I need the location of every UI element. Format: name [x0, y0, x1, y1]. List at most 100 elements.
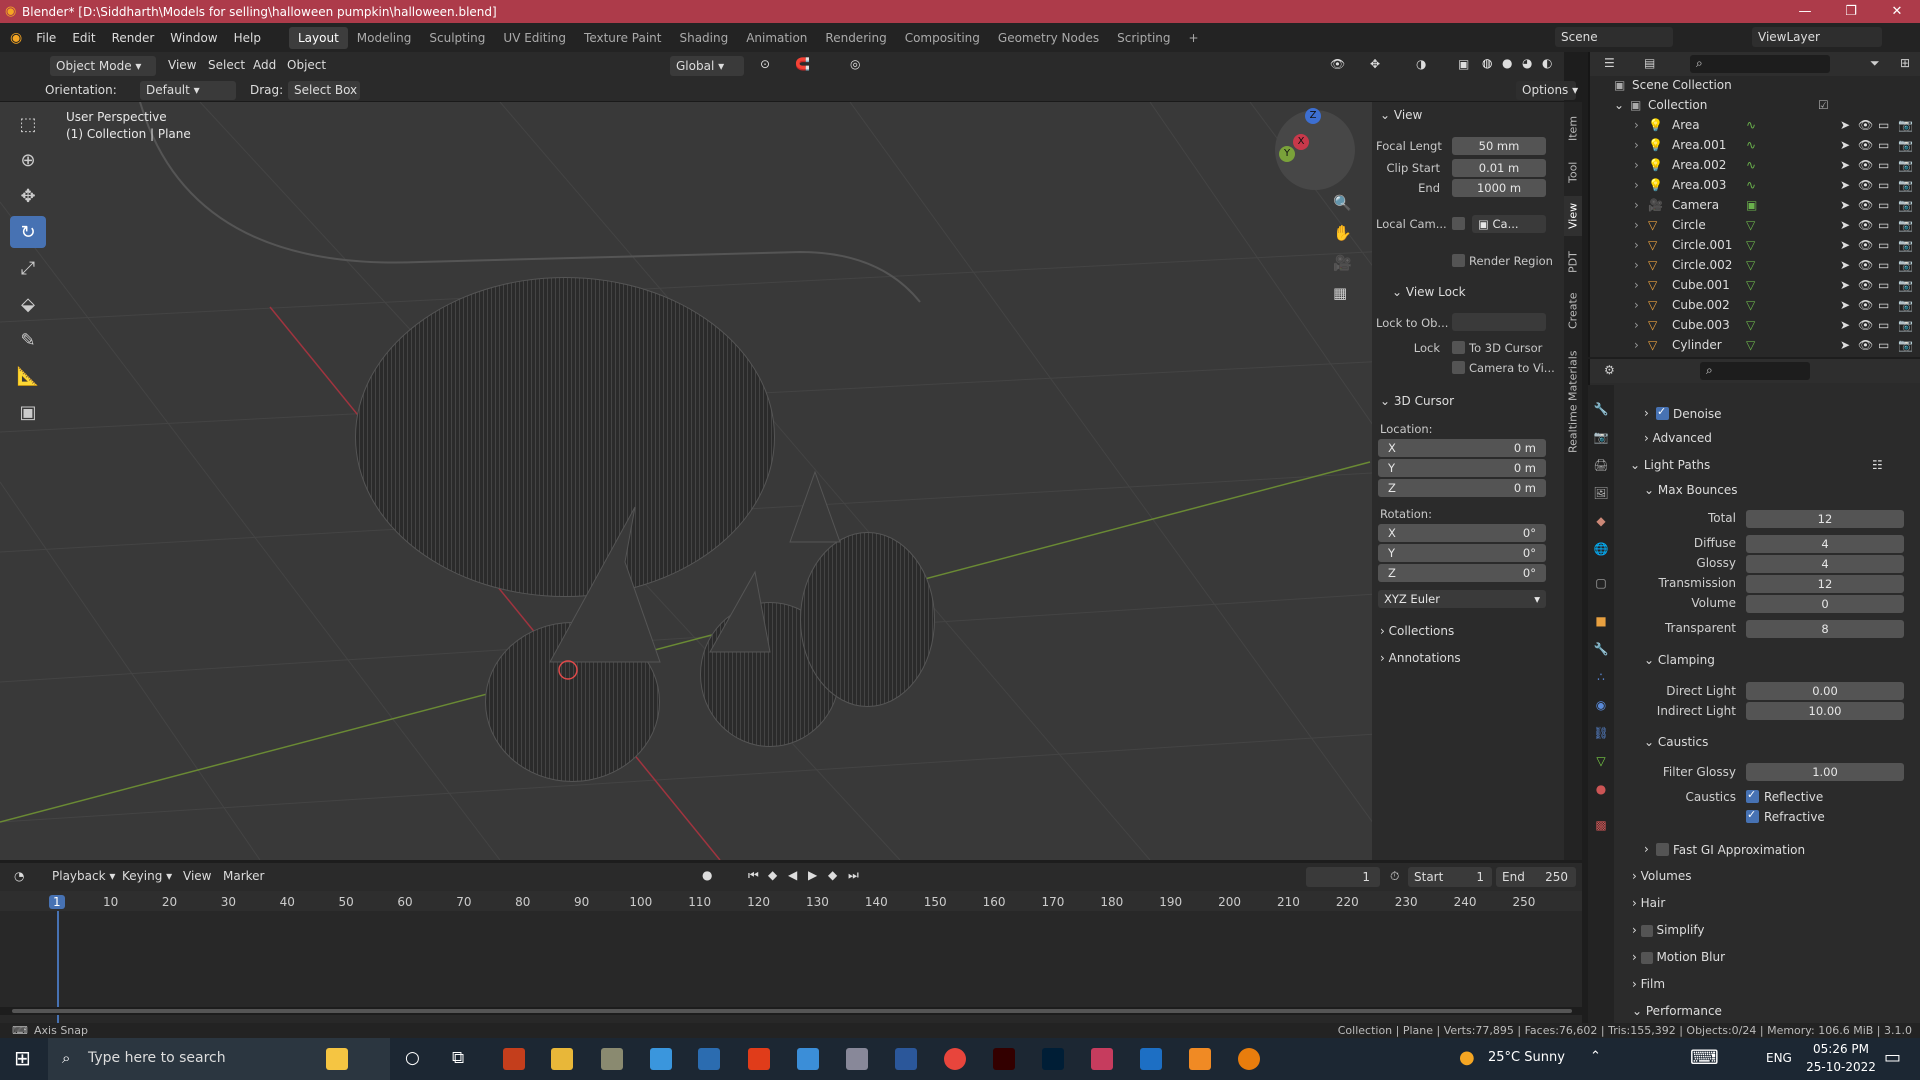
viewport-menu-object[interactable]: Object	[287, 58, 326, 72]
tab-geometry-nodes[interactable]: Geometry Nodes	[989, 27, 1108, 49]
weather-text[interactable]: 25°C Sunny	[1488, 1050, 1565, 1065]
outliner-item[interactable]: › ▽ Cube.002 ▽ ➤ 👁 ▭ 📷	[1590, 298, 1920, 318]
render-toggle-icon[interactable]: 📷	[1898, 118, 1913, 132]
section-checkbox[interactable]	[1640, 951, 1653, 964]
visibility-eye-icon[interactable]: 👁	[1858, 258, 1873, 272]
expand-arrow-icon[interactable]: ›	[1634, 238, 1639, 252]
annotate-tool-icon[interactable]: ✎	[10, 324, 46, 356]
taskbar-vlc-icon[interactable]	[1189, 1048, 1211, 1070]
new-collection-icon[interactable]: ⊞	[1900, 56, 1910, 70]
tab-item[interactable]: Item	[1564, 108, 1582, 148]
advanced-section-header[interactable]: › Advanced	[1644, 431, 1712, 445]
viewport-menu-select[interactable]: Select	[208, 58, 245, 72]
tab-uv-editing[interactable]: UV Editing	[494, 27, 575, 49]
proportional-edit-icon[interactable]: ◎	[850, 57, 860, 71]
collections-section-header[interactable]: › Collections	[1380, 624, 1454, 638]
render-toggle-icon[interactable]: 📷	[1898, 218, 1913, 232]
timeline-menu-keying[interactable]: Keying ▾	[122, 869, 172, 883]
bounce-field[interactable]: 0	[1746, 595, 1904, 613]
viewport-toggle-icon[interactable]: ▭	[1878, 318, 1889, 332]
select-toggle-icon[interactable]: ➤	[1840, 318, 1850, 332]
indirect-light-field[interactable]: 10.00	[1746, 702, 1904, 720]
refractive-checkbox[interactable]	[1746, 808, 1759, 823]
expand-arrow-icon[interactable]: ›	[1634, 198, 1639, 212]
select-toggle-icon[interactable]: ➤	[1840, 258, 1850, 272]
visibility-eye-icon[interactable]: 👁	[1858, 338, 1873, 352]
camera-view-icon[interactable]: 🎥	[1333, 254, 1352, 272]
viewport-toggle-icon[interactable]: ▭	[1878, 118, 1889, 132]
visibility-eye-icon[interactable]: 👁	[1858, 138, 1873, 152]
properties-section-header[interactable]: › Volumes	[1632, 869, 1692, 883]
tab-view[interactable]: View	[1564, 196, 1582, 236]
notifications-icon[interactable]: ▭	[1884, 1047, 1901, 1068]
viewport-toggle-icon[interactable]: ▭	[1878, 218, 1889, 232]
next-keyframe-icon[interactable]: ◆	[828, 868, 837, 882]
outliner-scene-collection[interactable]: ▣ Scene Collection	[1590, 78, 1920, 98]
annotations-section-header[interactable]: › Annotations	[1380, 651, 1461, 665]
render-region-checkbox[interactable]	[1452, 254, 1465, 267]
options-dropdown[interactable]: Options ▾	[1516, 81, 1578, 100]
direct-light-field[interactable]: 0.00	[1746, 682, 1904, 700]
play-reverse-icon[interactable]: ◀	[788, 868, 797, 882]
start-frame-field[interactable]: Start 1	[1408, 867, 1492, 887]
add-cube-tool-icon[interactable]: ▣	[10, 396, 46, 428]
clock-icon[interactable]: ⏱	[1390, 869, 1399, 884]
expand-arrow-icon[interactable]: ›	[1634, 338, 1639, 352]
data-tab-icon[interactable]: ▽	[1593, 753, 1609, 769]
prev-keyframe-icon[interactable]: ◆	[768, 868, 777, 882]
particles-tab-icon[interactable]: ∴	[1593, 669, 1609, 685]
viewport-toggle-icon[interactable]: ▭	[1878, 298, 1889, 312]
drag-dropdown[interactable]: Select Box	[288, 81, 360, 100]
taskbar-date[interactable]: 25-10-2022	[1801, 1060, 1881, 1074]
zoom-icon[interactable]: 🔍	[1333, 194, 1352, 212]
visibility-eye-icon[interactable]: 👁	[1858, 218, 1873, 232]
tab-sculpting[interactable]: Sculpting	[420, 27, 494, 49]
mode-dropdown[interactable]: Object Mode ▾	[50, 56, 156, 76]
xray-icon[interactable]: ▣	[1458, 57, 1469, 71]
taskbar-app-icon-5[interactable]	[1091, 1048, 1113, 1070]
presets-list-icon[interactable]: ☷	[1872, 458, 1883, 472]
fast-gi-expand-icon[interactable]: ›	[1644, 842, 1649, 856]
properties-section-header[interactable]: › Motion Blur	[1632, 950, 1725, 964]
denoise-checkbox[interactable]	[1656, 405, 1669, 420]
viewport-toggle-icon[interactable]: ▭	[1878, 198, 1889, 212]
viewport-menu-view[interactable]: View	[168, 58, 196, 72]
render-toggle-icon[interactable]: 📷	[1898, 318, 1913, 332]
gizmo-toggle-icon[interactable]: ✥	[1370, 57, 1380, 71]
select-toggle-icon[interactable]: ➤	[1840, 138, 1850, 152]
viewport-toggle-icon[interactable]: ▭	[1878, 338, 1889, 352]
navigation-gizmo[interactable]: Z X Y	[1275, 108, 1355, 190]
outliner-item[interactable]: › ▽ Cylinder ▽ ➤ 👁 ▭ 📷	[1590, 338, 1920, 358]
viewport-toggle-icon[interactable]: ▭	[1878, 158, 1889, 172]
taskbar-app-icon-2[interactable]	[650, 1048, 672, 1070]
properties-section-header[interactable]: › Film	[1632, 977, 1665, 991]
timeline-area[interactable]	[0, 891, 1582, 1023]
cursor-rot-x[interactable]: X 0°	[1378, 524, 1546, 542]
transform-orientation-dropdown[interactable]: Global ▾	[670, 56, 744, 76]
rendered-shading-icon[interactable]: ◐	[1542, 56, 1552, 70]
taskbar-blender-icon[interactable]	[1238, 1048, 1260, 1070]
jump-end-icon[interactable]: ⏭	[848, 868, 859, 883]
orientation-dropdown[interactable]: Default ▾	[140, 81, 236, 100]
tab-layout[interactable]: Layout	[288, 26, 348, 49]
view-layer-tab-icon[interactable]: 🖼	[1593, 485, 1609, 501]
cursor-section-header[interactable]: ⌄ 3D Cursor	[1380, 394, 1454, 408]
reflective-checkbox[interactable]	[1746, 788, 1759, 803]
taskbar-word-icon[interactable]	[895, 1048, 917, 1070]
record-icon[interactable]: ●	[702, 868, 712, 882]
taskbar-app-icon[interactable]	[601, 1048, 623, 1070]
tab-tool[interactable]: Tool	[1564, 154, 1582, 190]
render-toggle-icon[interactable]: 📷	[1898, 198, 1913, 212]
bounce-field[interactable]: 12	[1746, 575, 1904, 593]
render-toggle-icon[interactable]: 📷	[1898, 178, 1913, 192]
max-bounces-section-header[interactable]: ⌄ Max Bounces	[1644, 483, 1738, 497]
snap-icon[interactable]: 🧲	[795, 57, 810, 71]
clip-start-field[interactable]: 0.01 m	[1452, 159, 1546, 177]
denoise-expand-icon[interactable]: ›	[1644, 406, 1649, 420]
bounce-field[interactable]: 4	[1746, 555, 1904, 573]
select-box-icon[interactable]: ⬚	[10, 108, 46, 140]
pivot-icon[interactable]: ⊙	[760, 57, 770, 71]
bounce-field[interactable]: 8	[1746, 620, 1904, 638]
select-toggle-icon[interactable]: ➤	[1840, 198, 1850, 212]
tab-shading[interactable]: Shading	[670, 27, 737, 49]
